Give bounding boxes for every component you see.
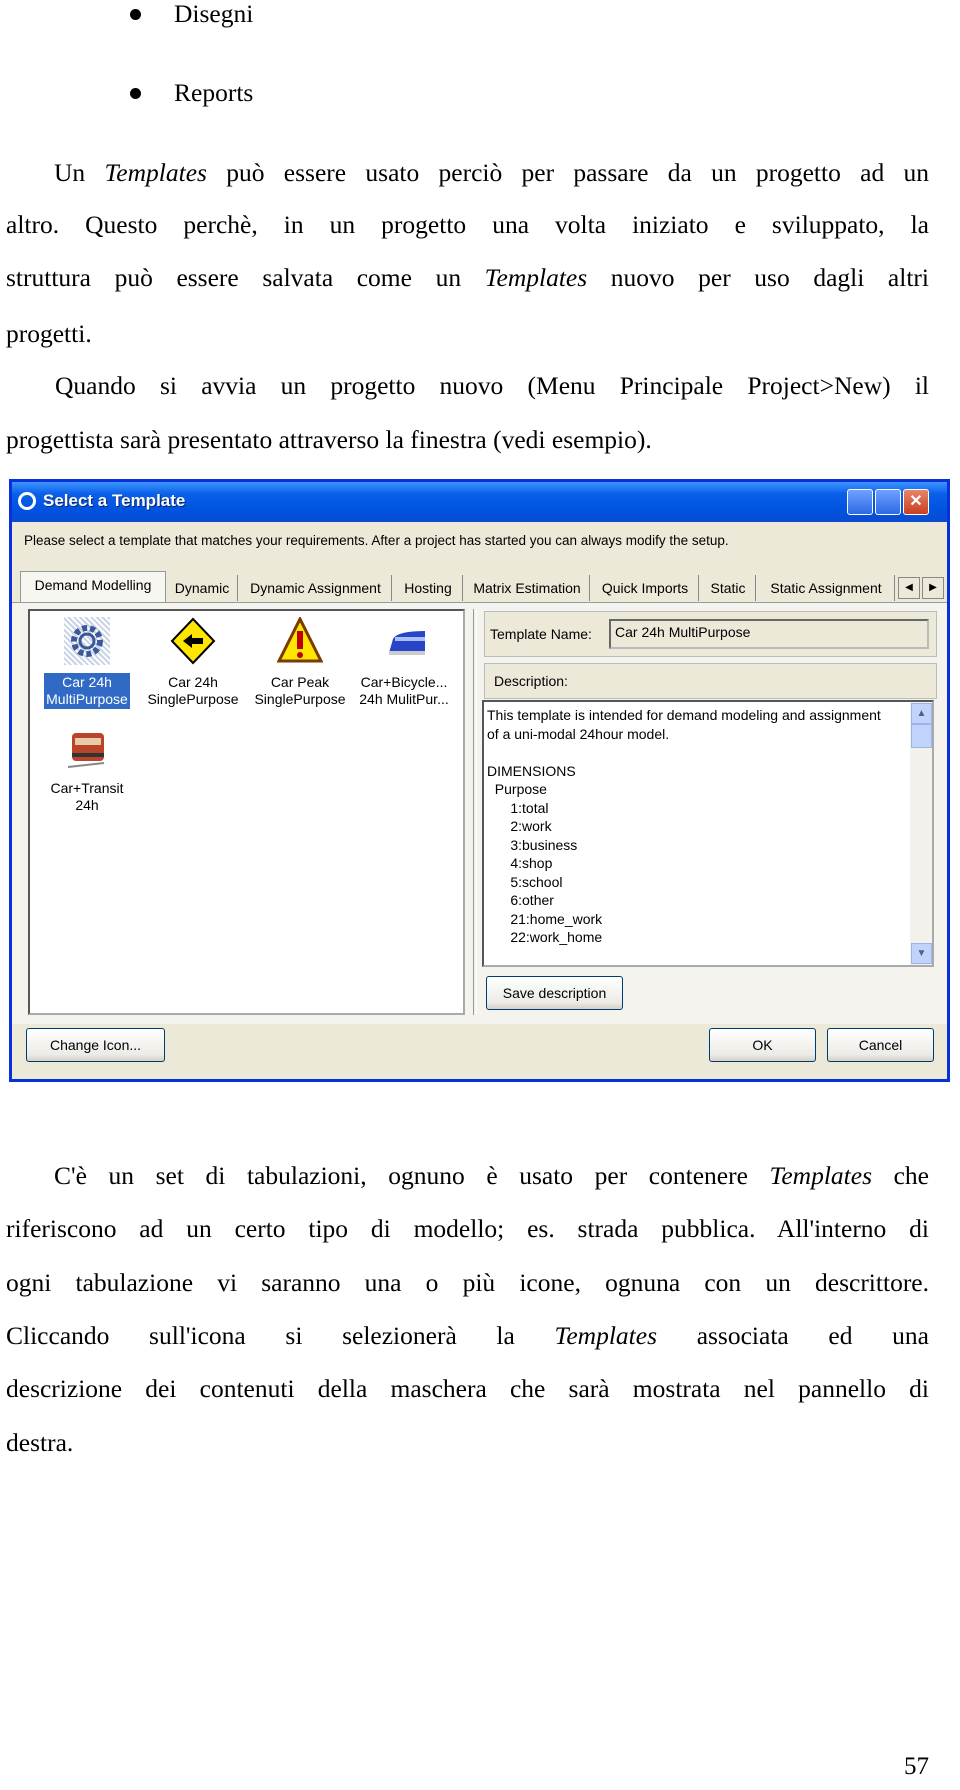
paragraph-line: C'è un set di tabulazioni, ognuno è usat… [54,1161,929,1190]
tab-static-assignment[interactable]: Static Assignment [758,575,895,601]
tab-matrix-estimation[interactable]: Matrix Estimation [465,575,590,601]
road-sign-arrow-icon [170,617,216,665]
paragraph-line: progettista sarà presentato attraverso l… [6,425,652,454]
warning-sign-icon [276,615,324,665]
app-icon [18,492,36,510]
close-button[interactable]: ✕ [903,489,929,515]
template-name-label: Template Name: [490,626,592,642]
paragraph-line: Un Templates può essere usato perciò per… [54,158,929,187]
paragraph-line: destra. [6,1428,74,1457]
locomotive-icon [64,723,110,771]
bullet-item: Reports [174,78,254,107]
scroll-up-icon[interactable]: ▲ [911,703,932,724]
maximize-button[interactable] [875,489,901,515]
tab-demand-modelling[interactable]: Demand Modelling [20,571,166,602]
paragraph-line: riferiscono ad un certo tipo di modello;… [6,1214,929,1243]
paragraph-line: Cliccando sull'icona si selezionerà la T… [6,1321,929,1350]
paragraph-line: altro. Questo perchè, in un progetto una… [6,210,929,239]
panel-divider [473,609,477,1015]
bullet-icon [130,88,141,99]
description-label: Description: [494,673,568,689]
change-icon-button[interactable]: Change Icon... [26,1028,165,1062]
description-scrollbar[interactable]: ▲ ▼ [910,702,932,965]
paragraph-line: Quando si avvia un progetto nuovo (Menu … [55,371,929,400]
ok-button[interactable]: OK [709,1028,816,1062]
template-item[interactable]: Car Peak SinglePurpose [248,615,352,709]
template-list[interactable]: Car 24h MultiPurpose Car 24h SinglePurpose… [28,609,465,1015]
paragraph-line: struttura può essere salvata come un Tem… [6,263,929,292]
template-name-field[interactable]: Car 24h MultiPurpose [609,619,929,649]
tab-dynamic[interactable]: Dynamic [167,575,238,601]
title-bar[interactable]: Select a Template ✕ [12,482,947,522]
tab-pane: Car 24h MultiPurpose Car 24h SinglePurpose… [12,602,947,1024]
template-item[interactable]: Car+Bicycle... 24h MulitPur... [352,617,456,709]
paragraph-line: ogni tabulazione vi saranno una o più ic… [6,1268,929,1297]
save-description-button[interactable]: Save description [486,976,623,1010]
tab-scroll-right-icon[interactable]: ▶ [922,577,944,599]
scroll-thumb[interactable] [911,724,932,748]
train-icon [381,617,427,665]
tab-static[interactable]: Static [701,575,756,601]
description-group: Description: [484,663,937,699]
template-item[interactable]: Car 24h MultiPurpose [35,617,139,709]
template-item[interactable]: Car 24h SinglePurpose [141,617,245,709]
instruction-text: Please select a template that matches yo… [24,533,729,548]
paragraph-line: progetti. [6,319,92,348]
gear-icon [64,617,110,665]
tab-strip: Demand Modelling Dynamic Dynamic Assignm… [12,571,947,603]
tab-dynamic-assignment[interactable]: Dynamic Assignment [240,575,392,601]
paragraph-line: descrizione dei contenuti della maschera… [6,1374,929,1403]
tab-quick-imports[interactable]: Quick Imports [592,575,699,601]
select-template-dialog: Select a Template ✕ Please select a temp… [9,479,950,1082]
minimize-button[interactable] [847,489,873,515]
page-number: 57 [904,1753,929,1780]
template-item[interactable]: Car+Transit 24h [35,723,139,815]
bullet-item: Disegni [174,0,254,28]
tab-scroll-left-icon[interactable]: ◀ [898,577,920,599]
bullet-icon [130,9,141,20]
tab-scroll: ◀ ▶ [898,577,944,599]
scroll-down-icon[interactable]: ▼ [911,943,932,964]
dialog-title: Select a Template [43,491,186,510]
cancel-button[interactable]: Cancel [827,1028,934,1062]
description-textarea[interactable]: This template is intended for demand mod… [482,700,934,967]
tab-hosting[interactable]: Hosting [394,575,463,601]
